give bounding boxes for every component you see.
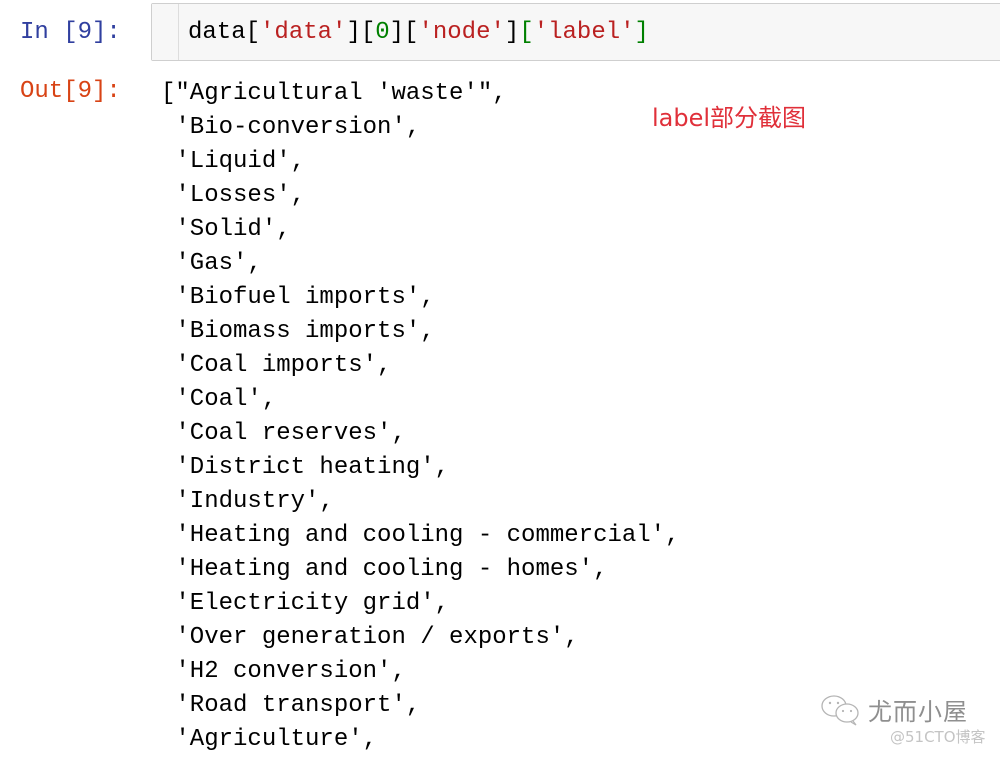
output-line: 'Coal imports', <box>161 352 392 379</box>
annotation-label: label部分截图 <box>652 104 807 132</box>
output-line: 'Coal', <box>161 386 277 413</box>
code-token: ][ <box>346 19 376 46</box>
output-line: 'Heating and cooling - commercial', <box>161 522 680 549</box>
output-line: 'Biofuel imports', <box>161 284 435 311</box>
output-line: 'Agriculture', <box>161 726 378 753</box>
watermark: 尤而小屋 @51CTO博客 <box>820 692 986 746</box>
code-line: data['data'][0]['node']['label'] <box>188 18 649 48</box>
input-gutter <box>152 4 179 60</box>
input-prompt: In [9]: <box>20 19 121 46</box>
output-line: 'District heating', <box>161 454 450 481</box>
output-line: 'Electricity grid', <box>161 590 450 617</box>
output-line: 'Liquid', <box>161 148 306 175</box>
code-token: data[ <box>188 19 261 46</box>
output-line: 'Coal reserves', <box>161 420 406 447</box>
output-line: 'H2 conversion', <box>161 658 406 685</box>
code-input-area[interactable]: data['data'][0]['node']['label'] <box>151 3 1000 61</box>
output-line: 'Road transport', <box>161 692 421 719</box>
output-line: 'Industry', <box>161 488 334 515</box>
output-line: 'Heating and cooling - homes', <box>161 556 608 583</box>
output-line: 'Gas', <box>161 250 262 277</box>
output-line: 'Losses', <box>161 182 306 209</box>
code-token: 'node' <box>418 19 505 46</box>
code-token: ] <box>504 19 520 46</box>
watermark-site: @51CTO博客 <box>890 728 986 746</box>
output-area: ["Agricultural 'waste'", 'Bio-conversion… <box>161 77 679 757</box>
code-token: ] <box>634 19 649 46</box>
output-line: 'Biomass imports', <box>161 318 435 345</box>
code-token: 'data' <box>260 19 347 46</box>
output-line: 'Solid', <box>161 216 291 243</box>
output-line: 'Bio-conversion', <box>161 114 421 141</box>
code-token: 0 <box>375 19 390 46</box>
watermark-name: 尤而小屋 <box>868 698 968 726</box>
output-line: 'Over generation / exports', <box>161 624 579 651</box>
output-prompt: Out[9]: <box>20 78 121 105</box>
code-token: 'label' <box>533 19 635 46</box>
code-token: [ <box>519 19 534 46</box>
code-token: ][ <box>389 19 419 46</box>
wechat-icon <box>820 694 862 726</box>
output-line: ["Agricultural 'waste'", <box>161 80 507 107</box>
